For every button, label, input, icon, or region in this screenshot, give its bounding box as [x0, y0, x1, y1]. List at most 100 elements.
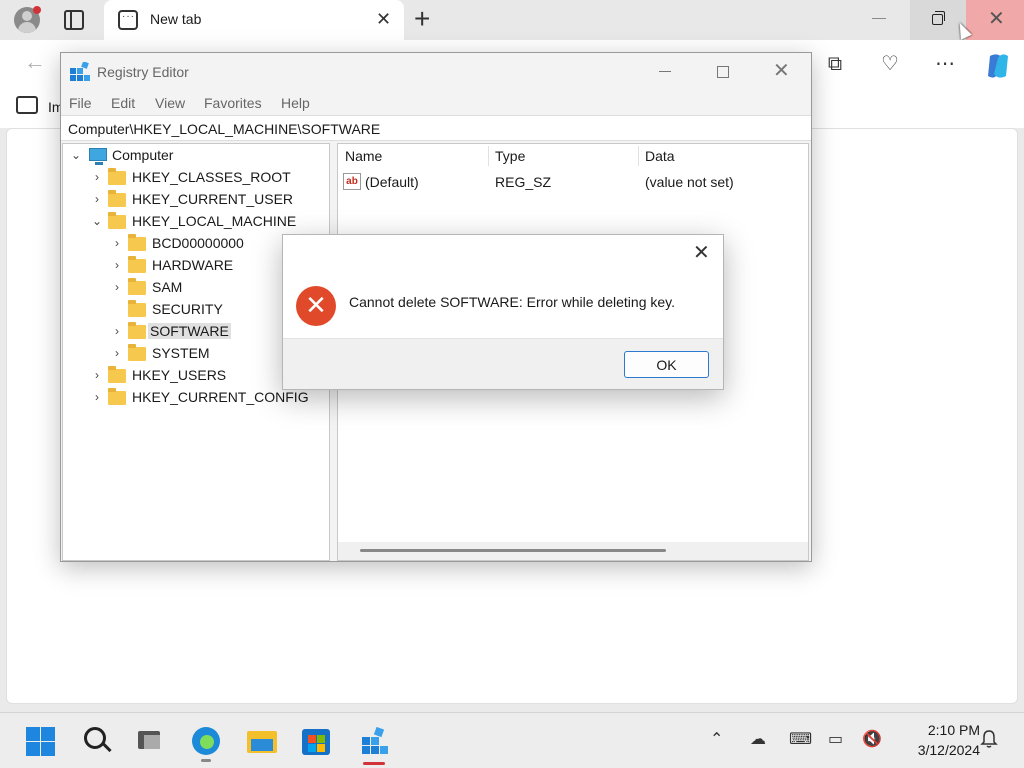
system-clock[interactable]: 2:10 PM 3/12/2024: [894, 720, 980, 760]
folder-icon: [108, 388, 126, 405]
ok-button[interactable]: OK: [624, 351, 709, 378]
volume-muted-icon[interactable]: 🔇: [862, 730, 882, 750]
browser-tab-bar: New tab ✕ + ✕: [0, 0, 1024, 40]
start-windows-icon[interactable]: [24, 725, 56, 757]
search-icon[interactable]: [82, 725, 114, 757]
folder-icon: [128, 300, 146, 317]
browser-essentials-icon[interactable]: ♡: [878, 52, 902, 76]
tree-label: HKEY_CURRENT_USER: [132, 191, 294, 207]
window-minimize-button[interactable]: [872, 18, 886, 19]
folder-icon: [128, 234, 146, 251]
address-bar[interactable]: Computer\HKEY_LOCAL_MACHINE\SOFTWARE: [61, 115, 811, 141]
folder-icon: [108, 366, 126, 383]
new-tab-button[interactable]: +: [414, 5, 430, 33]
tree-label: HKEY_CURRENT_CONFIG: [132, 389, 309, 405]
chevron-right-icon[interactable]: ›: [91, 390, 103, 404]
computer-icon: [89, 148, 107, 165]
tree-label: SAM: [152, 279, 183, 295]
tree-label: HARDWARE: [152, 257, 234, 273]
taskbar: ⌃ ☁ ⌨ ▭ 🔇 2:10 PM 3/12/2024: [0, 712, 1024, 768]
chevron-down-icon[interactable]: ⌄: [91, 214, 103, 228]
chevron-right-icon[interactable]: ›: [91, 368, 103, 382]
dialog-close-button[interactable]: ✕: [693, 243, 710, 263]
error-icon: ✕: [296, 286, 336, 326]
address-path: Computer\HKEY_LOCAL_MACHINE\SOFTWARE: [68, 121, 381, 137]
menu-help[interactable]: Help: [281, 95, 310, 111]
back-arrow-icon[interactable]: ←: [24, 50, 46, 74]
folder-icon: [128, 344, 146, 361]
menu-view[interactable]: View: [155, 95, 185, 111]
registry-editor-titlebar[interactable]: Registry Editor ✕: [61, 53, 811, 91]
browser-tab[interactable]: New tab ✕: [104, 0, 404, 40]
folder-icon: [108, 190, 126, 207]
copilot-icon[interactable]: [984, 52, 1008, 78]
menu-favorites[interactable]: Favorites: [204, 95, 262, 111]
column-divider[interactable]: [638, 146, 639, 166]
task-view-icon[interactable]: [134, 725, 166, 757]
more-options-icon[interactable]: ⋯: [933, 52, 957, 76]
value-type: REG_SZ: [495, 174, 552, 190]
column-divider[interactable]: [488, 146, 489, 166]
column-header-data[interactable]: Data: [645, 148, 675, 164]
restore-icon: [932, 11, 945, 25]
chevron-right-icon[interactable]: ›: [111, 258, 123, 272]
tree-label: SECURITY: [152, 301, 223, 317]
notifications-bell-icon[interactable]: [980, 729, 998, 749]
notification-dot-icon: [33, 6, 41, 14]
value-data: (value not set): [645, 174, 734, 190]
menu-file[interactable]: File: [69, 95, 92, 111]
folder-icon: [128, 256, 146, 273]
chevron-right-icon[interactable]: ›: [111, 280, 123, 294]
chevron-right-icon[interactable]: ›: [91, 192, 103, 206]
tab-title: New tab: [150, 11, 202, 27]
menu-bar: File Edit View Favorites Help: [61, 91, 811, 115]
scrollbar-thumb[interactable]: [360, 549, 666, 552]
edge-browser-icon[interactable]: [190, 725, 222, 762]
chevron-right-icon[interactable]: ›: [111, 346, 123, 360]
show-hidden-icons-chevron-icon[interactable]: ⌃: [710, 730, 723, 750]
horizontal-scrollbar[interactable]: [338, 542, 808, 560]
chevron-right-icon[interactable]: ›: [111, 236, 123, 250]
string-value-icon: ab: [343, 173, 361, 190]
registry-editor-title: Registry Editor: [97, 64, 189, 80]
keyboard-icon[interactable]: ⌨: [789, 730, 812, 750]
folder-icon: [128, 322, 146, 339]
new-tab-page-icon: [118, 10, 138, 30]
tab-actions-icon[interactable]: [64, 10, 84, 30]
tree-label: Computer: [112, 147, 174, 163]
chevron-right-icon[interactable]: ›: [111, 324, 123, 338]
close-icon: ✕: [988, 8, 1005, 30]
value-name[interactable]: (Default): [365, 174, 419, 190]
column-header-type[interactable]: Type: [495, 148, 525, 164]
import-favorites-icon[interactable]: [16, 96, 38, 114]
folder-open-icon: [108, 212, 126, 229]
window-close-button[interactable]: ✕: [966, 0, 1024, 40]
onedrive-cloud-icon[interactable]: ☁: [750, 730, 766, 750]
tree-label: HKEY_CLASSES_ROOT: [132, 169, 291, 185]
column-header-name[interactable]: Name: [345, 148, 382, 164]
tab-close-icon[interactable]: ✕: [376, 9, 391, 29]
tree-label: SYSTEM: [152, 345, 210, 361]
folder-icon: [108, 168, 126, 185]
tree-label: HKEY_USERS: [132, 367, 227, 383]
regedit-minimize-button[interactable]: [659, 71, 671, 72]
tree-label: HKEY_LOCAL_MACHINE: [132, 213, 297, 229]
microsoft-store-icon[interactable]: [300, 725, 332, 757]
regedit-maximize-button[interactable]: [717, 66, 729, 78]
chevron-right-icon[interactable]: ›: [91, 170, 103, 184]
menu-edit[interactable]: Edit: [111, 95, 135, 111]
error-message: Cannot delete SOFTWARE: Error while dele…: [349, 294, 676, 310]
registry-editor-logo-icon: [70, 62, 90, 81]
registry-editor-taskbar-icon[interactable]: [358, 725, 390, 765]
file-explorer-icon[interactable]: [246, 725, 278, 757]
error-dialog: ✕ ✕ Cannot delete SOFTWARE: Error while …: [282, 234, 724, 390]
collections-icon[interactable]: ⧉: [823, 52, 847, 76]
regedit-close-button[interactable]: ✕: [773, 61, 790, 81]
display-icon[interactable]: ▭: [828, 730, 843, 750]
clock-date: 3/12/2024: [917, 742, 980, 758]
tree-label-selected: SOFTWARE: [148, 323, 231, 339]
chevron-down-icon[interactable]: ⌄: [70, 148, 82, 162]
dialog-footer: OK: [283, 338, 723, 389]
clock-time: 2:10 PM: [927, 722, 980, 738]
folder-icon: [128, 278, 146, 295]
